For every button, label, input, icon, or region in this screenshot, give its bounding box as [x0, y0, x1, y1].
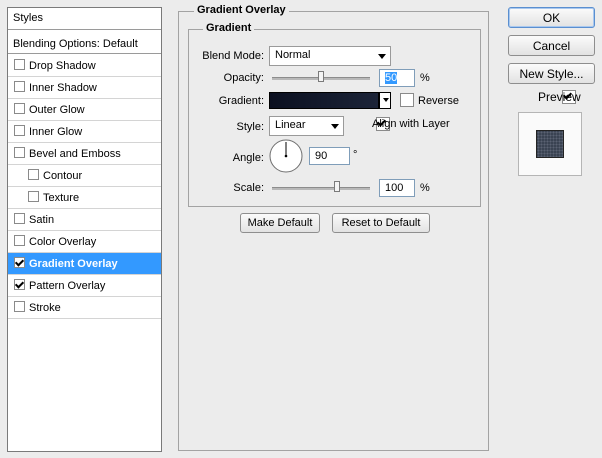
- reverse-label: Reverse: [418, 95, 459, 107]
- chevron-down-icon: [331, 124, 339, 129]
- angle-dial-center: [284, 154, 288, 158]
- style-item-inner-shadow[interactable]: Inner Shadow: [8, 77, 161, 99]
- inner-glow-checkbox[interactable]: [14, 125, 25, 136]
- opacity-slider-thumb[interactable]: [318, 71, 324, 82]
- gradient-preview-swatch[interactable]: [269, 92, 379, 109]
- style-select[interactable]: Linear: [269, 116, 344, 136]
- scale-slider-thumb[interactable]: [334, 181, 341, 192]
- style-label: Style:: [236, 121, 264, 133]
- scale-field[interactable]: 100: [379, 179, 415, 197]
- style-item-label: Outer Glow: [29, 104, 85, 116]
- style-item-label: Bevel and Emboss: [29, 148, 121, 160]
- style-item-label: Gradient Overlay: [29, 258, 118, 270]
- style-item-label: Texture: [43, 192, 80, 204]
- panel-title: Gradient Overlay: [194, 4, 289, 16]
- blend-mode-label: Blend Mode:: [202, 50, 264, 62]
- style-item-satin[interactable]: Satin: [8, 209, 161, 231]
- scale-slider-track[interactable]: [272, 187, 370, 190]
- opacity-unit: %: [420, 72, 430, 84]
- bevel-emboss-checkbox[interactable]: [14, 147, 25, 158]
- blend-mode-select[interactable]: Normal: [269, 46, 391, 66]
- texture-checkbox[interactable]: [28, 191, 39, 202]
- scale-label: Scale:: [233, 182, 264, 194]
- pattern-overlay-checkbox[interactable]: [14, 279, 25, 290]
- style-item-bevel-emboss[interactable]: Bevel and Emboss: [8, 143, 161, 165]
- color-overlay-checkbox[interactable]: [14, 235, 25, 246]
- angle-value: 90: [315, 150, 328, 162]
- ok-button[interactable]: OK: [508, 7, 595, 28]
- preview-label: Preview: [538, 90, 581, 104]
- style-item-inner-glow[interactable]: Inner Glow: [8, 121, 161, 143]
- style-item-color-overlay[interactable]: Color Overlay: [8, 231, 161, 253]
- angle-dial[interactable]: [268, 138, 304, 174]
- style-item-drop-shadow[interactable]: Drop Shadow: [8, 55, 161, 77]
- satin-checkbox[interactable]: [14, 213, 25, 224]
- styles-list-panel: Styles Blending Options: Default Drop Sh…: [7, 7, 162, 452]
- style-item-label: Contour: [43, 170, 83, 182]
- new-style-button[interactable]: New Style...: [508, 63, 595, 84]
- outer-glow-checkbox[interactable]: [14, 103, 25, 114]
- style-item-label: Color Overlay: [29, 236, 97, 248]
- cancel-button[interactable]: Cancel: [508, 35, 595, 56]
- contour-checkbox[interactable]: [28, 169, 39, 180]
- blending-options-item[interactable]: Blending Options: Default: [8, 34, 161, 54]
- style-item-texture[interactable]: Texture: [8, 187, 161, 209]
- scale-unit: %: [420, 182, 430, 194]
- style-value: Linear: [275, 119, 306, 131]
- opacity-field[interactable]: 50: [379, 69, 415, 87]
- chevron-down-icon: [383, 98, 389, 102]
- scale-value: 100: [385, 182, 404, 194]
- stroke-checkbox[interactable]: [14, 301, 25, 312]
- gradient-overlay-checkbox[interactable]: [14, 257, 25, 268]
- style-item-stroke[interactable]: Stroke: [8, 297, 161, 319]
- gradient-label: Gradient:: [218, 95, 264, 107]
- gradient-picker-button[interactable]: [379, 92, 391, 109]
- opacity-value: 50: [385, 72, 398, 84]
- reverse-checkbox[interactable]: [400, 93, 414, 107]
- preview-swatch: [536, 130, 564, 158]
- style-item-label: Satin: [29, 214, 55, 226]
- style-item-label: Drop Shadow: [29, 60, 96, 72]
- blend-mode-value: Normal: [275, 49, 311, 61]
- style-item-gradient-overlay[interactable]: Gradient Overlay: [8, 253, 161, 275]
- style-item-label: Inner Shadow: [29, 82, 97, 94]
- style-item-label: Inner Glow: [29, 126, 83, 138]
- style-item-contour[interactable]: Contour: [8, 165, 161, 187]
- angle-label: Angle:: [232, 152, 264, 164]
- inner-shadow-checkbox[interactable]: [14, 81, 25, 92]
- preview-thumbnail: [518, 112, 582, 176]
- styles-header[interactable]: Styles: [8, 8, 161, 30]
- opacity-label: Opacity:: [223, 72, 264, 84]
- angle-field[interactable]: 90: [309, 147, 350, 165]
- chevron-down-icon: [378, 54, 386, 59]
- reset-to-default-button[interactable]: Reset to Default: [332, 213, 430, 233]
- drop-shadow-checkbox[interactable]: [14, 59, 25, 70]
- style-item-pattern-overlay[interactable]: Pattern Overlay: [8, 275, 161, 297]
- style-item-label: Stroke: [29, 302, 61, 314]
- group-title: Gradient: [203, 22, 255, 34]
- angle-unit: °: [353, 149, 358, 161]
- make-default-button[interactable]: Make Default: [240, 213, 320, 233]
- align-with-layer-label: Align with Layer: [372, 118, 450, 130]
- style-item-label: Pattern Overlay: [29, 280, 106, 292]
- style-item-outer-glow[interactable]: Outer Glow: [8, 99, 161, 121]
